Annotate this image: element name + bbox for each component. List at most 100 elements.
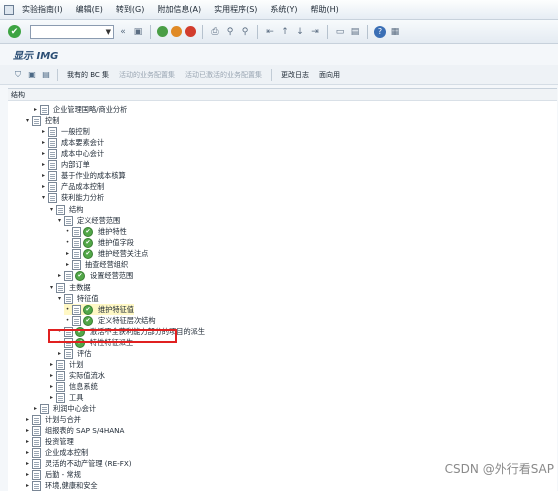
tree-node-label[interactable]: 实际值流水 — [69, 371, 105, 381]
documentation-icon[interactable] — [32, 425, 41, 436]
collapse-icon[interactable]: ▾ — [48, 206, 55, 213]
tree-node[interactable]: ▸ 灵活的不动产管理 (RE-FX) — [24, 458, 132, 469]
leaf-dot-icon[interactable]: • — [64, 306, 71, 313]
menu-item-system[interactable]: 系统(Y) — [270, 4, 297, 15]
tree-node[interactable]: ▸ 成本要素会计 — [40, 137, 104, 148]
tree-node[interactable]: ▸ 环境,健康和安全 — [24, 480, 98, 491]
documentation-icon[interactable] — [72, 259, 81, 270]
command-field[interactable]: ▼ — [30, 24, 114, 39]
tree-node-label[interactable]: 获利能力分析 — [61, 193, 104, 203]
tree-node-label[interactable]: 一般控制 — [61, 127, 90, 137]
tree-node[interactable]: ▾ 获利能力分析 — [40, 192, 104, 203]
tree-node-label[interactable]: 工具 — [69, 393, 83, 403]
expand-icon[interactable]: ▸ — [48, 394, 55, 401]
expand-icon[interactable]: ▸ — [56, 350, 63, 357]
tree-node-label[interactable]: 设置经营范围 — [90, 271, 133, 281]
first-page-icon[interactable]: ⇤ — [264, 26, 276, 38]
activated-bc-sets-button[interactable]: 活动已激活的业务配置集 — [182, 70, 265, 80]
documentation-icon[interactable] — [56, 204, 65, 215]
next-page-icon[interactable]: ↓ — [294, 26, 306, 38]
tree-node[interactable]: • ✔ 维护特征值 — [64, 304, 134, 315]
tree-node[interactable]: ▾ 结构 — [48, 204, 83, 215]
menu-item-help[interactable]: 帮助(H) — [311, 4, 339, 15]
tree-node-label[interactable]: 灵活的不动产管理 (RE-FX) — [45, 459, 132, 469]
tree-node-label[interactable]: 定义经营范围 — [77, 216, 120, 226]
print-icon[interactable]: ⎙ — [209, 26, 221, 38]
exit-icon[interactable] — [171, 26, 182, 37]
execute-activity-icon[interactable]: ✔ — [83, 248, 93, 259]
leaf-dot-icon[interactable]: • — [64, 317, 71, 324]
tree-node-label[interactable]: 企业管理国略/商业分析 — [53, 105, 127, 115]
documentation-icon[interactable] — [72, 304, 81, 315]
documentation-icon[interactable] — [64, 348, 73, 359]
documentation-icon[interactable] — [40, 104, 49, 115]
tree-node-label[interactable]: 内部订单 — [61, 160, 90, 170]
tree-node-label[interactable]: 信息系统 — [69, 382, 98, 392]
double-chevron-left-icon[interactable]: « — [117, 26, 129, 38]
shortcut-icon[interactable]: ▤ — [349, 26, 361, 38]
tree-node[interactable]: ▸ 计划与合并 — [24, 414, 81, 425]
enter-check-icon[interactable]: ✔ — [8, 25, 21, 38]
tree-node-label[interactable]: 结构 — [69, 205, 83, 215]
tree-node-label[interactable]: 维护特征值 — [98, 305, 134, 315]
tree-node-label[interactable]: 抽查经营组织 — [85, 260, 128, 270]
tree-node[interactable]: ▾ 定义经营范围 — [56, 215, 120, 226]
tree-node-label[interactable]: 投资管理 — [45, 437, 74, 447]
tree-node-label[interactable]: 利润中心会计 — [53, 404, 96, 414]
tree-node[interactable]: ▸ 企业管理国略/商业分析 — [32, 104, 127, 115]
documentation-icon[interactable] — [64, 270, 73, 281]
tree-node-label[interactable]: 特征值 — [77, 294, 99, 304]
execute-activity-icon[interactable]: ✔ — [83, 226, 93, 237]
system-menu-icon[interactable] — [4, 4, 14, 15]
find-next-icon[interactable]: ⚲ — [239, 26, 251, 38]
tree-node-label[interactable]: 定义特征层次结构 — [98, 316, 156, 326]
documentation-icon[interactable] — [48, 159, 57, 170]
tree-node-label[interactable]: 成本要素会计 — [61, 138, 104, 148]
documentation-icon[interactable] — [56, 370, 65, 381]
documentation-icon[interactable] — [32, 458, 41, 469]
previous-page-icon[interactable]: ↑ — [279, 26, 291, 38]
tree-node-label[interactable]: 控制 — [45, 116, 59, 126]
tree-node[interactable]: ▸ 产品成本控制 — [40, 181, 104, 192]
tree-node[interactable]: ▸ 信息系统 — [48, 381, 98, 392]
expand-icon[interactable]: ▸ — [24, 416, 31, 423]
expand-icon[interactable]: ▸ — [24, 438, 31, 445]
help-icon[interactable]: ? — [374, 25, 386, 38]
tree-node[interactable]: ▸ 抽查经营组织 — [64, 259, 128, 270]
documentation-icon[interactable] — [56, 359, 65, 370]
tree-node-label[interactable]: 计划与合并 — [45, 415, 81, 425]
new-session-icon[interactable]: ▭ — [334, 26, 346, 38]
activate-bc-set-button[interactable]: 活动的业务配置集 — [116, 70, 178, 80]
expand-icon[interactable]: ▸ — [40, 172, 47, 179]
expand-icon[interactable]: ▸ — [48, 361, 55, 368]
leaf-dot-icon[interactable]: • — [64, 239, 71, 246]
tree-node[interactable]: • ✔ 定义特征层次结构 — [64, 315, 156, 326]
tree-node[interactable]: ▸ 一般控制 — [40, 126, 90, 137]
expand-icon[interactable]: ▸ — [48, 383, 55, 390]
documentation-icon[interactable] — [56, 282, 65, 293]
documentation-icon[interactable] — [72, 237, 81, 248]
collapse-icon[interactable]: ▾ — [24, 117, 31, 124]
documentation-icon[interactable] — [72, 226, 81, 237]
documentation-icon[interactable] — [40, 403, 49, 414]
tree-node[interactable]: ▸ ✔ 设置经营范围 — [56, 270, 133, 281]
documentation-icon[interactable] — [56, 381, 65, 392]
tree-node[interactable]: ▸ 成本中心会计 — [40, 148, 104, 159]
tree-node-label[interactable]: 产品成本控制 — [61, 182, 104, 192]
expand-icon[interactable]: ▸ — [48, 372, 55, 379]
documentation-icon[interactable] — [48, 137, 57, 148]
tree-node[interactable]: • ✔ 维护特性 — [64, 226, 127, 237]
find-icon[interactable]: ⚲ — [224, 26, 236, 38]
tree-node-label[interactable]: 主数据 — [69, 283, 91, 293]
tree-node-label[interactable]: 组报表的 SAP S/4HANA — [45, 426, 124, 436]
cancel-icon[interactable] — [185, 26, 196, 37]
tree-node-label[interactable]: 后勤 - 常规 — [45, 470, 81, 480]
execute-activity-icon[interactable]: ✔ — [75, 270, 85, 281]
my-bc-sets-button[interactable]: 我有的 BC 集 — [64, 70, 112, 80]
documentation-icon[interactable] — [32, 115, 41, 126]
tree-node-label[interactable]: 计划 — [69, 360, 83, 370]
expand-icon[interactable]: ▸ — [24, 471, 31, 478]
documentation-icon[interactable] — [32, 480, 41, 491]
documentation-icon[interactable] — [64, 293, 73, 304]
documentation-icon[interactable] — [64, 215, 73, 226]
